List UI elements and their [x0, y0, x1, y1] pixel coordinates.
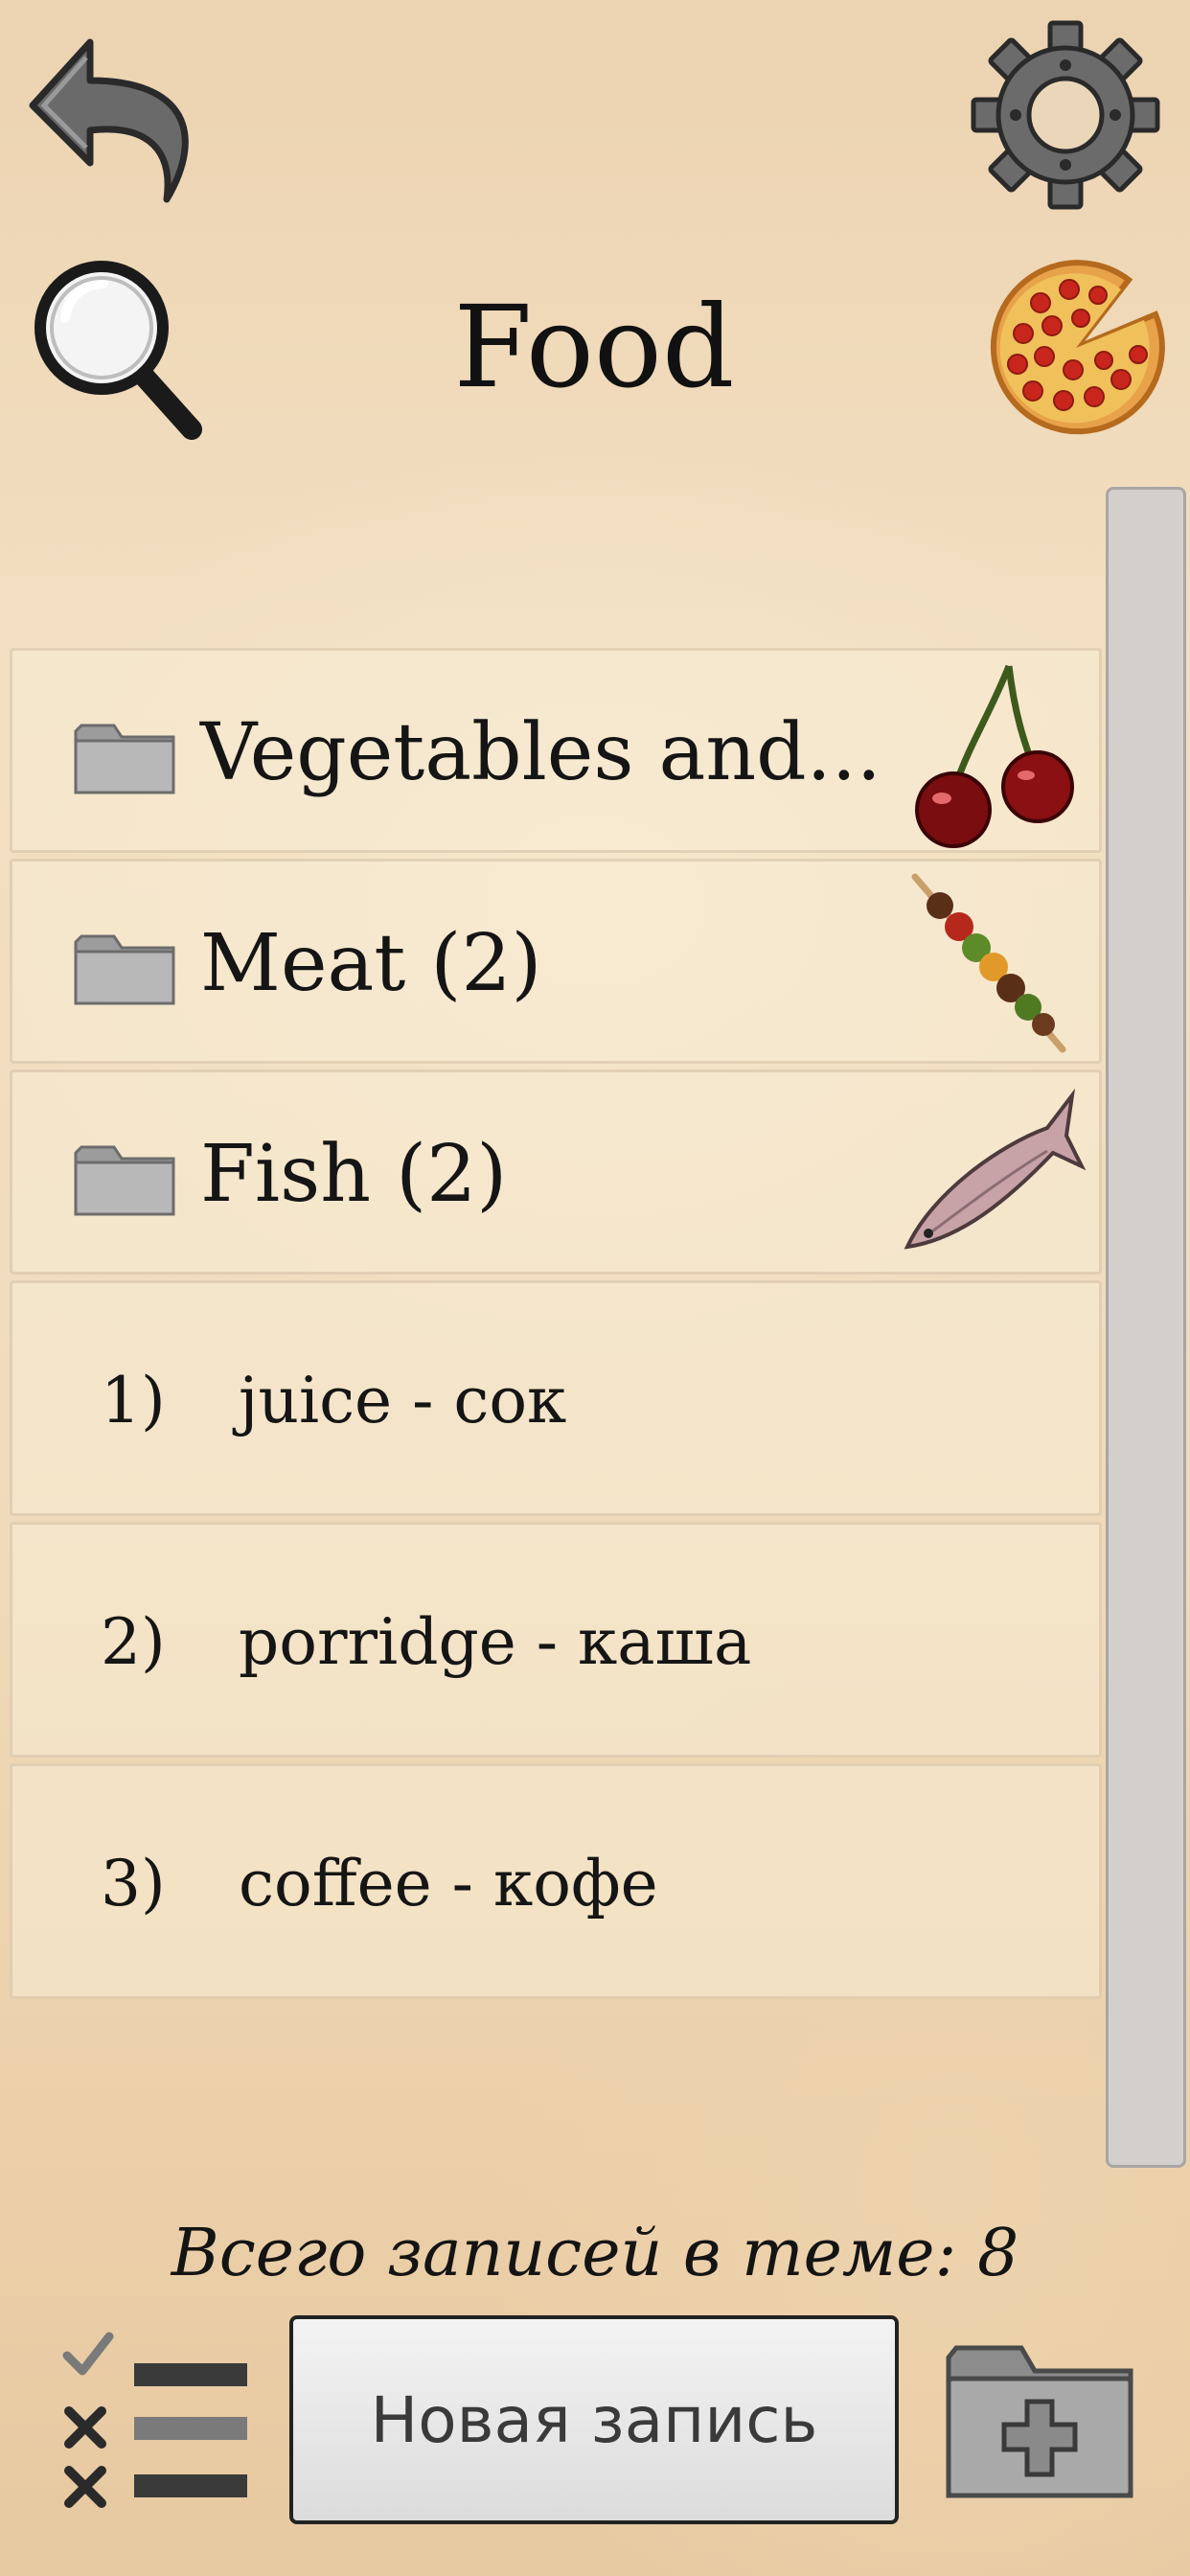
entry-row[interactable]: 2) porridge - каша [10, 1522, 1102, 1758]
entry-text: juice - сок [239, 1364, 567, 1438]
topic-pizza [985, 257, 1167, 439]
add-folder-icon [946, 2345, 1133, 2498]
folder-icon [74, 724, 175, 794]
total-entries-text: Всего записей в теме: 8 [171, 2216, 1019, 2291]
entry-text: coffee - кофе [239, 1847, 658, 1920]
kebab-icon [911, 873, 1066, 1053]
back-arrow-icon [29, 38, 189, 203]
fish-icon [904, 1088, 1086, 1250]
folder-label: Vegetables and... [200, 707, 881, 798]
add-folder-button[interactable] [941, 2334, 1138, 2503]
folder-icon [74, 934, 175, 1005]
topic-list: Vegetables and... Meat (2) Fish (2) 1) j… [10, 648, 1102, 2005]
pizza-icon [990, 260, 1165, 435]
entry-text: porridge - каша [239, 1605, 752, 1679]
back-button[interactable] [23, 29, 205, 211]
search-button[interactable] [27, 251, 209, 443]
folder-label: Meat (2) [200, 918, 542, 1009]
magnifier-icon [34, 261, 202, 440]
entry-row[interactable]: 3) coffee - кофе [10, 1763, 1102, 1999]
cherry-icon [915, 664, 1074, 848]
checklist-button[interactable] [57, 2331, 259, 2522]
folder-icon [74, 1145, 175, 1216]
folder-row-vegetables[interactable]: Vegetables and... [10, 648, 1102, 853]
page-title: Food [453, 281, 735, 413]
folder-row-meat[interactable]: Meat (2) [10, 859, 1102, 1064]
checklist-icon [62, 2332, 247, 2508]
folder-label: Fish (2) [200, 1129, 508, 1220]
settings-button[interactable] [970, 19, 1161, 211]
entry-number: 2) [101, 1605, 166, 1679]
scrollbar[interactable] [1106, 487, 1186, 2168]
new-entry-button[interactable]: Новая запись [289, 2315, 899, 2524]
folder-row-fish[interactable]: Fish (2) [10, 1070, 1102, 1275]
entry-number: 3) [101, 1847, 166, 1920]
entry-number: 1) [101, 1364, 166, 1438]
entry-row[interactable]: 1) juice - сок [10, 1280, 1102, 1516]
gear-icon [971, 20, 1160, 210]
